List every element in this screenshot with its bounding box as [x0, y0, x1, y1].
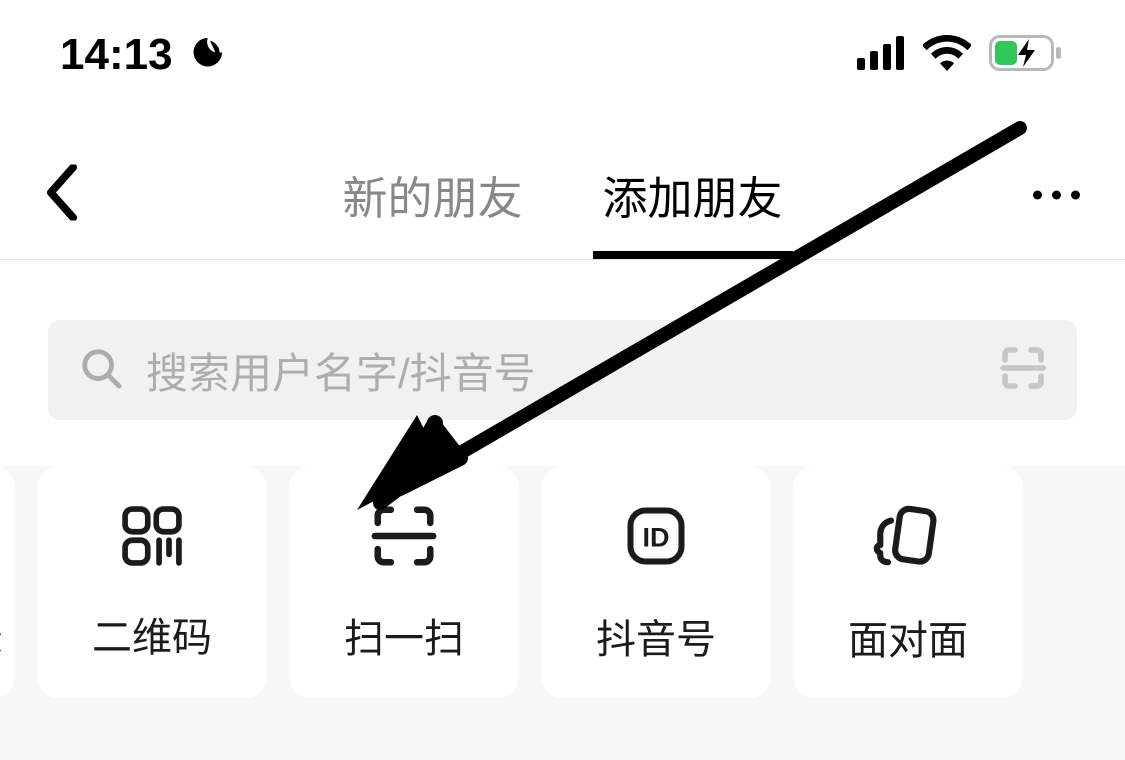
id-icon: ID [620, 500, 692, 577]
card-label: 通讯录 [0, 605, 3, 663]
more-icon [1071, 190, 1080, 199]
status-right [857, 35, 1065, 76]
search-placeholder: 搜索用户名字/抖音号 [146, 340, 999, 401]
wifi-icon [923, 35, 971, 76]
contacts-icon [0, 502, 3, 575]
back-button[interactable] [45, 164, 79, 225]
card-face-to-face[interactable]: 面对面 [793, 466, 1023, 698]
card-label: 二维码 [92, 605, 212, 663]
search-section: 搜索用户名字/抖音号 [0, 260, 1125, 466]
face-to-face-icon [871, 499, 945, 578]
status-left: 14:13 [60, 30, 226, 80]
svg-text:ID: ID [643, 522, 670, 552]
do-not-disturb-icon [188, 34, 226, 77]
card-label: 抖音号 [596, 607, 716, 665]
scan-icon [369, 501, 439, 576]
tab-label: 添加朋友 [603, 162, 783, 227]
app-header: 新的朋友 添加朋友 [0, 130, 1125, 260]
more-icon [1052, 190, 1061, 199]
card-contacts[interactable]: 通讯录 [0, 466, 15, 698]
card-label: 扫一扫 [344, 606, 464, 664]
card-douyin-id[interactable]: ID 抖音号 [541, 466, 771, 698]
cellular-signal-icon [857, 36, 905, 75]
status-time: 14:13 [60, 30, 173, 80]
action-cards-row: 通讯录 二维码 扫一扫 [0, 466, 1125, 698]
header-tabs: 新的朋友 添加朋友 [45, 130, 1080, 259]
more-icon [1033, 190, 1042, 199]
qr-code-icon [118, 502, 186, 575]
tab-label: 新的朋友 [342, 162, 522, 227]
status-bar: 14:13 [0, 0, 1125, 130]
card-qr-code[interactable]: 二维码 [37, 466, 267, 698]
battery-icon [989, 35, 1065, 76]
search-icon [78, 345, 124, 396]
scan-icon[interactable] [999, 344, 1047, 397]
tab-new-friends[interactable]: 新的朋友 [342, 130, 522, 259]
card-scan[interactable]: 扫一扫 [289, 466, 519, 698]
card-label: 面对面 [848, 608, 968, 666]
more-button[interactable] [1033, 190, 1080, 199]
search-input[interactable]: 搜索用户名字/抖音号 [48, 320, 1077, 420]
tab-add-friends[interactable]: 添加朋友 [603, 130, 783, 259]
chevron-left-icon [45, 164, 79, 225]
